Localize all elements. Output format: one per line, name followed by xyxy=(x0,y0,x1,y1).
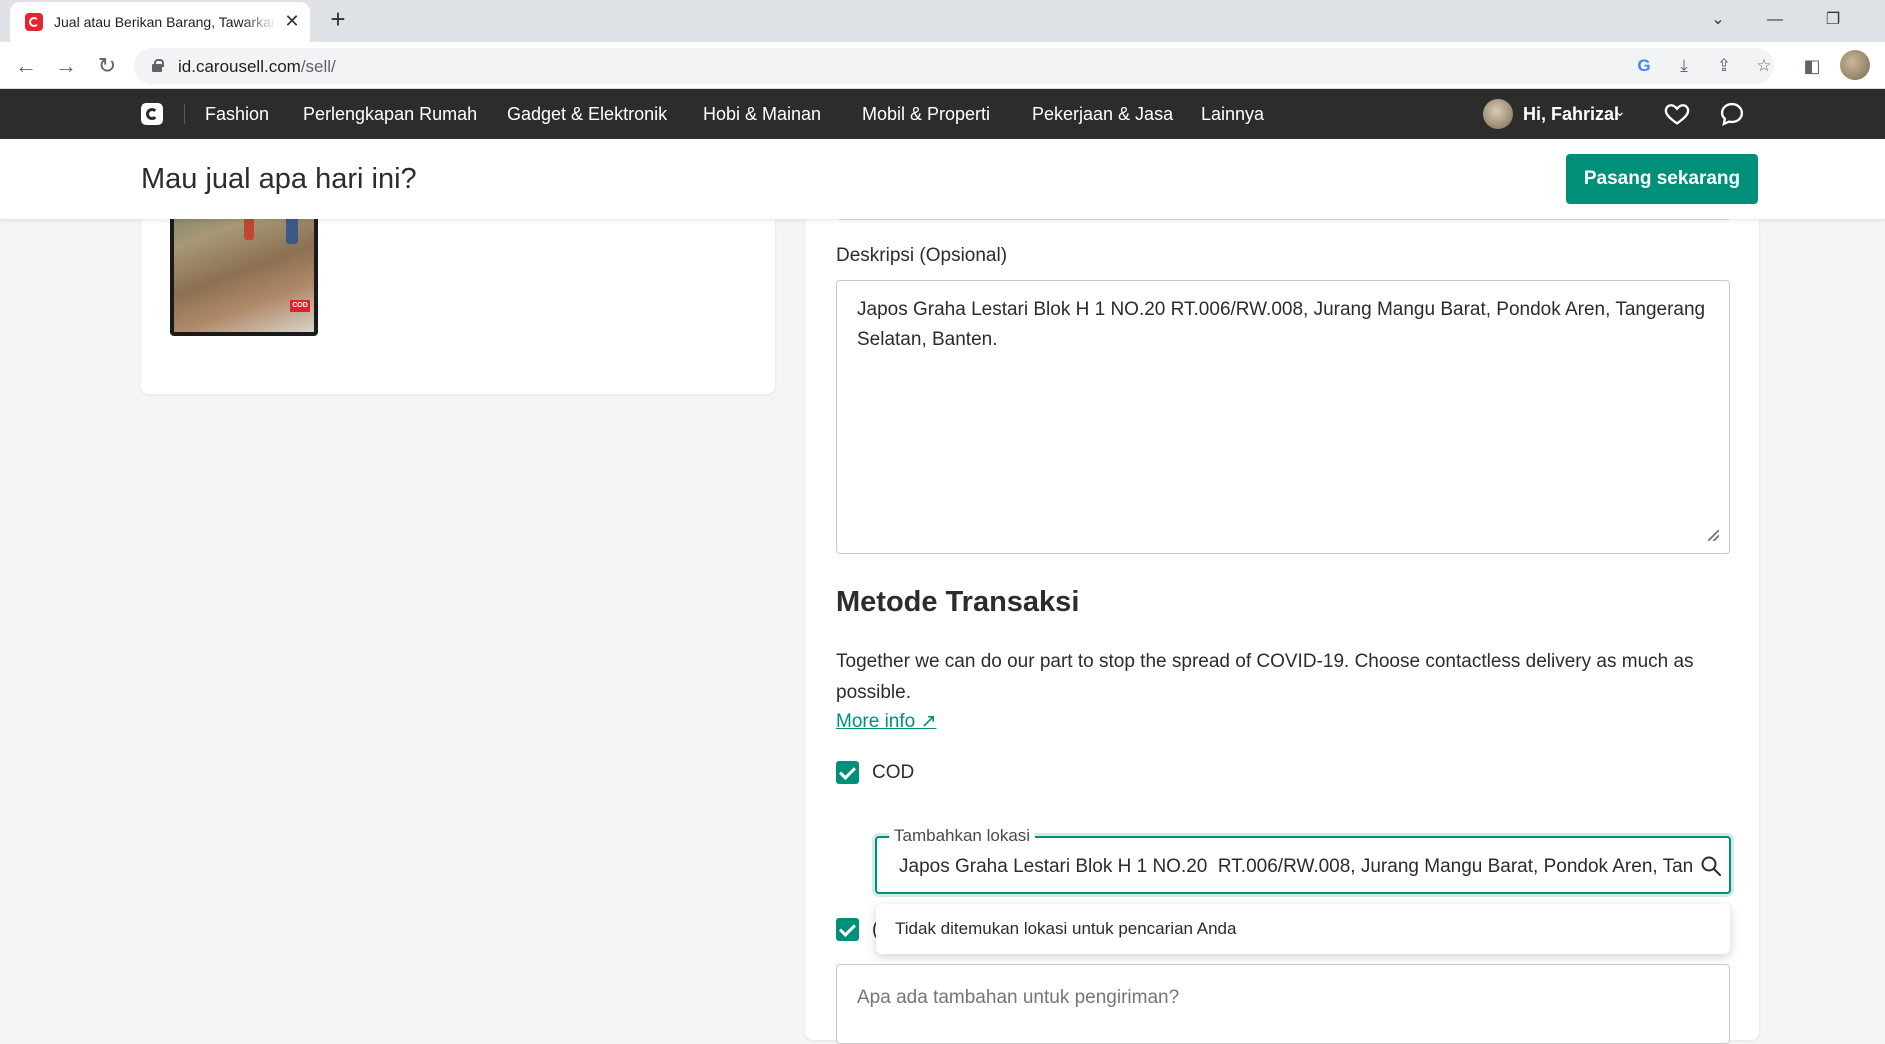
share-icon[interactable]: ⇪ xyxy=(1712,54,1736,78)
covid-notice: Together we can do our part to stop the … xyxy=(836,651,1694,703)
location-suggestions: Tidak ditemukan lokasi untuk pencarian A… xyxy=(876,904,1730,954)
tab-search-icon[interactable]: ⌄ xyxy=(1698,6,1738,34)
forward-icon[interactable]: → xyxy=(50,50,82,82)
description-textarea[interactable]: Japos Graha Lestari Blok H 1 NO.20 RT.00… xyxy=(836,280,1730,554)
profile-avatar[interactable] xyxy=(1840,50,1870,80)
description-label: Deskripsi (Opsional) xyxy=(836,245,1008,266)
tab-close-icon[interactable]: ✕ xyxy=(282,11,302,31)
listing-form: Deskripsi (Opsional) Japos Graha Lestari… xyxy=(805,180,1759,1044)
photo-card: COD xyxy=(141,190,775,394)
chevron-down-icon[interactable]: ⌄ xyxy=(1614,102,1632,120)
user-greeting[interactable]: Hi, Fahrizal xyxy=(1523,104,1619,125)
address-bar[interactable]: id.carousell.com/sell/ G ⤓ ⇪ ☆ xyxy=(134,48,1774,84)
section-title: Metode Transaksi xyxy=(836,586,1080,618)
site-navbar: Fashion Perlengkapan Rumah Gadget & Elek… xyxy=(0,89,1885,139)
user-avatar[interactable] xyxy=(1483,99,1513,129)
post-now-button[interactable]: Pasang sekarang xyxy=(1566,154,1758,204)
browser-tabbar: Jual atau Berikan Barang, Tawarkan Jasa … xyxy=(0,0,1885,42)
shipping-note-field[interactable] xyxy=(836,964,1730,1044)
nav-item-gadget-elektronik[interactable]: Gadget & Elektronik xyxy=(507,104,667,125)
install-icon[interactable]: ⤓ xyxy=(1672,54,1696,78)
nav-item-fashion[interactable]: Fashion xyxy=(205,104,269,125)
shipping-note-input[interactable] xyxy=(857,987,1707,1009)
delivery-checkbox[interactable] xyxy=(836,918,859,941)
minimize-button[interactable]: — xyxy=(1755,6,1795,34)
restore-button[interactable]: ❐ xyxy=(1813,6,1853,34)
url-text: id.carousell.com/sell/ xyxy=(178,57,336,76)
browser-toolbar: ← → ↻ id.carousell.com/sell/ G ⤓ ⇪ ☆ ◧ xyxy=(0,42,1885,89)
back-icon[interactable]: ← xyxy=(10,50,42,82)
search-icon[interactable] xyxy=(1699,854,1723,878)
tab-title: Jual atau Berikan Barang, Tawarkan Jasa xyxy=(54,14,276,30)
field-divider xyxy=(839,219,1729,220)
nav-item-lainnya[interactable]: Lainnya xyxy=(1201,104,1264,125)
sell-subheader: Mau jual apa hari ini? Pasang sekarang xyxy=(0,139,1885,219)
sidepanel-icon[interactable]: ◧ xyxy=(1800,54,1824,78)
more-info-link[interactable]: More info ↗ xyxy=(836,710,936,733)
browser-tab[interactable]: Jual atau Berikan Barang, Tawarkan Jasa … xyxy=(10,2,310,42)
heart-icon[interactable] xyxy=(1663,100,1691,128)
cod-checkbox[interactable] xyxy=(836,761,859,784)
nav-item-perlengkapan-rumah[interactable]: Perlengkapan Rumah xyxy=(303,104,477,125)
google-icon[interactable]: G xyxy=(1632,54,1656,78)
description-value: Japos Graha Lestari Blok H 1 NO.20 RT.00… xyxy=(857,299,1706,350)
cod-badge: COD xyxy=(290,300,310,312)
chat-icon[interactable] xyxy=(1718,100,1746,128)
nav-divider xyxy=(184,104,185,124)
nav-item-hobi-mainan[interactable]: Hobi & Mainan xyxy=(703,104,821,125)
nav-item-pekerjaan-jasa[interactable]: Pekerjaan & Jasa xyxy=(1032,104,1173,125)
star-icon[interactable]: ☆ xyxy=(1752,54,1776,78)
carousell-favicon-icon xyxy=(25,13,43,31)
reload-icon[interactable]: ↻ xyxy=(91,50,123,82)
nav-item-mobil-properti[interactable]: Mobil & Properti xyxy=(862,104,990,125)
cod-label[interactable]: COD xyxy=(872,762,914,784)
carousell-logo-icon[interactable] xyxy=(141,103,163,125)
new-tab-button[interactable]: + xyxy=(324,6,352,34)
page-title: Mau jual apa hari ini? xyxy=(141,163,417,195)
no-results-message: Tidak ditemukan lokasi untuk pencarian A… xyxy=(895,919,1237,938)
location-input[interactable] xyxy=(899,854,1693,880)
resize-handle-icon[interactable] xyxy=(1708,530,1719,541)
location-field[interactable]: Tambahkan lokasi xyxy=(875,826,1731,894)
lock-icon xyxy=(152,59,164,72)
location-legend: Tambahkan lokasi xyxy=(889,826,1036,846)
